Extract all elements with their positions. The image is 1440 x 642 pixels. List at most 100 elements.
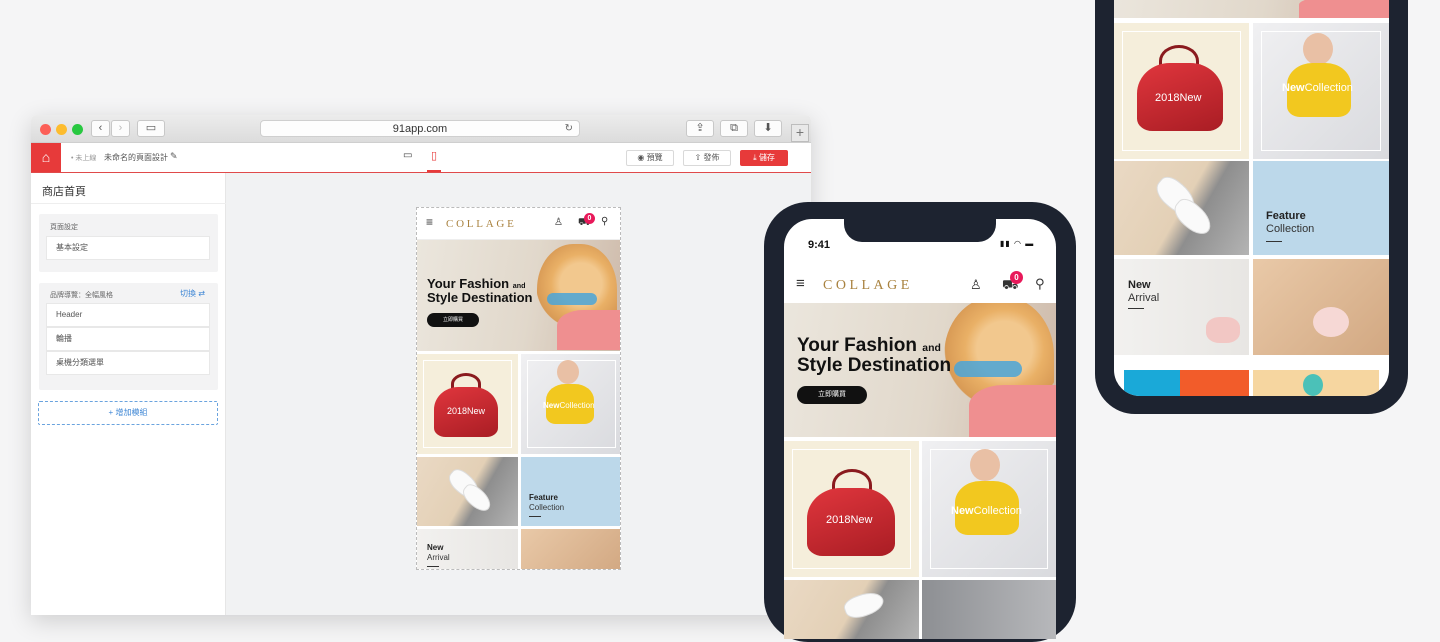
model-head xyxy=(1303,374,1323,396)
store-header: ≡ COLLAGE ♙ ⛟ 0 ⚲ xyxy=(784,267,1056,303)
maximize-window-button[interactable] xyxy=(72,124,83,135)
tile-leather-bag[interactable] xyxy=(521,529,620,569)
back-arrow-icon[interactable]: ‹ xyxy=(91,120,110,137)
module-item-desktop-menu[interactable]: 桌機分類選單 xyxy=(46,351,210,375)
sunglasses-graphic xyxy=(954,361,1022,377)
pink-top-graphic xyxy=(557,310,620,350)
switch-label: 切換 xyxy=(180,289,196,298)
hero-line-2: Style Destination xyxy=(427,289,533,305)
sidebar-toggle-icon[interactable]: ▭ xyxy=(137,120,165,137)
tile-2018new[interactable]: 2018New xyxy=(1114,23,1249,159)
phone-screen: 9:41 ▮▮ ◠ ▬ ≡ COLLAGE ♙ ⛟ 0 ⚲ Your Fashi… xyxy=(784,219,1056,639)
shop-now-button[interactable]: 立即購買 xyxy=(427,313,479,327)
tile-collection-a: New xyxy=(951,505,974,517)
save-label: 儲存 xyxy=(758,153,775,162)
arrival-b: Arrival xyxy=(1128,292,1160,304)
tile-collection-a: New xyxy=(543,401,560,410)
swap-icon: ⇄ xyxy=(198,289,205,298)
tile-new-arrival[interactable]: New Arrival xyxy=(417,529,518,569)
model-head xyxy=(1303,33,1333,65)
tile-collection-label: NewCollection xyxy=(543,401,595,410)
white-sneaker xyxy=(841,587,887,623)
page-settings-label: 頁面設定 xyxy=(50,224,78,231)
search-icon[interactable]: ⚲ xyxy=(601,216,608,227)
hero-title: Your Fashion and Style Destination xyxy=(797,336,951,376)
brand-nav-label: 品牌導覽：全幅風格 xyxy=(50,292,113,299)
module-item-carousel[interactable]: 輪播 xyxy=(46,327,210,351)
tile-shoes[interactable] xyxy=(417,457,518,526)
hamburger-menu-icon[interactable]: ≡ xyxy=(426,215,433,229)
tile-shoes[interactable] xyxy=(1114,161,1249,255)
user-icon[interactable]: ♙ xyxy=(554,217,563,228)
hero-banner: Your Fashion and Style Destination 立即購買 xyxy=(417,240,620,351)
tile-new-collection[interactable]: NewCollection xyxy=(922,441,1056,577)
tile-colorful[interactable] xyxy=(1124,370,1249,396)
hero-title: Your Fashion and Style Destination xyxy=(427,277,532,304)
phone-notch xyxy=(844,219,996,242)
tile-2018new[interactable]: 2018New xyxy=(417,354,518,454)
new-tab-button[interactable]: + xyxy=(791,124,809,142)
hero-and: and xyxy=(922,343,941,354)
model-head xyxy=(557,360,579,384)
desktop-view-icon[interactable]: ▭ xyxy=(403,150,412,161)
publish-button[interactable]: ⇧ 發佈 xyxy=(683,150,731,166)
tile-2018new[interactable]: 2018New xyxy=(784,441,919,577)
tile-shoes[interactable] xyxy=(784,580,919,639)
flower-image xyxy=(1313,307,1349,337)
url-text: 91app.com xyxy=(392,123,448,135)
sunglasses-graphic xyxy=(547,293,597,305)
brand-nav-panel: 品牌導覽：全幅風格 切換 ⇄ Header 輪播 桌機分類選單 xyxy=(39,283,218,390)
shop-now-button[interactable]: 立即購買 xyxy=(797,386,867,404)
feature-a: Feature xyxy=(529,493,558,502)
module-item-header[interactable]: Header xyxy=(46,303,210,327)
tabs-overview-icon[interactable]: ⧉ xyxy=(720,120,748,137)
home-icon[interactable]: ⌂ xyxy=(31,143,61,172)
download-icon[interactable]: ⬇ xyxy=(754,120,782,137)
hamburger-menu-icon[interactable]: ≡ xyxy=(796,275,805,292)
pink-top-graphic xyxy=(1299,0,1389,18)
user-icon[interactable]: ♙ xyxy=(970,277,982,293)
tile-feature-collection[interactable]: Feature Collection xyxy=(521,457,620,526)
tile-collection-a: New xyxy=(1282,82,1305,94)
preview-label: 預覽 xyxy=(646,153,663,162)
tile-model[interactable] xyxy=(1253,370,1379,396)
close-window-button[interactable] xyxy=(40,124,51,135)
pink-shoe-image xyxy=(1206,317,1240,343)
underline xyxy=(529,516,541,517)
tile-new-collection[interactable]: NewCollection xyxy=(521,354,620,454)
tile-collection-b: Collection xyxy=(973,505,1022,517)
tile-new-collection[interactable]: NewCollection xyxy=(1253,23,1389,159)
mobile-view-icon[interactable]: ▯ xyxy=(431,149,437,162)
arrival-a: New xyxy=(1128,279,1151,291)
tile-collection-b: Collection xyxy=(559,401,595,410)
hero-line-1: Your Fashion xyxy=(427,276,510,291)
save-button[interactable]: ⤓ 儲存 xyxy=(740,150,788,166)
minimize-window-button[interactable] xyxy=(56,124,67,135)
cart-badge: 0 xyxy=(1010,271,1023,284)
tile-new-arrival[interactable]: New Arrival xyxy=(1114,259,1249,355)
phone-frame: 9:41 ▮▮ ◠ ▬ ≡ COLLAGE ♙ ⛟ 0 ⚲ Your Fashi… xyxy=(764,202,1076,642)
address-bar[interactable]: 91app.com ↻ xyxy=(260,120,580,137)
reload-icon[interactable]: ↻ xyxy=(565,121,573,137)
pink-top-graphic xyxy=(969,385,1056,437)
switch-button[interactable]: 切換 ⇄ xyxy=(180,288,205,299)
tile-leather-bag[interactable] xyxy=(1253,259,1389,355)
sidebar-title: 商店首頁 xyxy=(42,186,86,198)
add-module-button[interactable]: + 增加模組 xyxy=(38,401,218,425)
preview-button[interactable]: ◉ 預覽 xyxy=(626,150,674,166)
mobile-view-indicator xyxy=(427,170,441,172)
tile-feature-collection[interactable] xyxy=(922,580,1056,639)
search-icon[interactable]: ⚲ xyxy=(1035,276,1045,292)
hero-and: and xyxy=(512,282,526,290)
editor-toolbar: ⌂ • 未上線 未命名的頁面設計 ✎ ▭ ▯ ◉ 預覽 ⇧ 發佈 ⤓ 儲存 xyxy=(31,143,811,173)
share-icon[interactable]: ⇪ xyxy=(686,120,714,137)
underline xyxy=(1266,241,1282,242)
eye-icon: ◉ xyxy=(637,153,645,162)
basic-settings-item[interactable]: 基本設定 xyxy=(46,236,210,260)
signal-wifi-battery-icon: ▮▮ ◠ ▬ xyxy=(1000,239,1035,248)
tile-feature-collection[interactable]: Feature Collection xyxy=(1253,161,1389,255)
forward-arrow-icon[interactable]: › xyxy=(111,120,130,137)
edit-pencil-icon[interactable]: ✎ xyxy=(170,151,178,162)
browser-window: ‹ › ▭ 91app.com ↻ ⇪ ⧉ ⬇ + ⌂ • 未上線 未命名的頁面… xyxy=(31,115,811,615)
tile-collection-label: NewCollection xyxy=(951,505,1022,517)
